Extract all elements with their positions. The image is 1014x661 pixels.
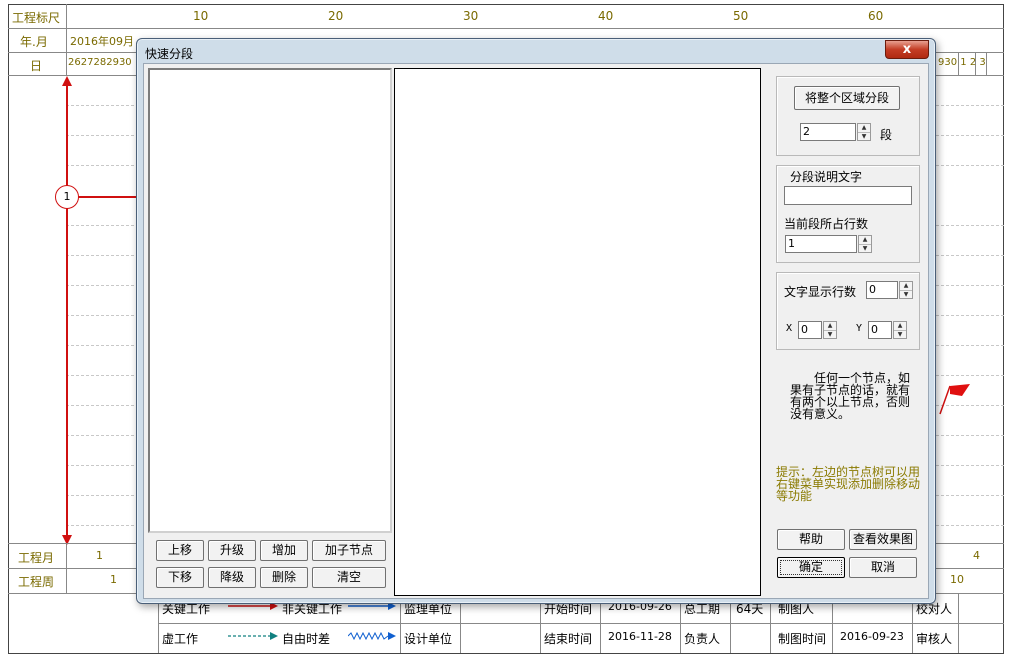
virtual-arrow-icon [228,632,278,640]
add-child-button[interactable]: 加子节点 [312,540,386,561]
flag-icon [939,384,970,415]
note-text: 任何一个节点，如果有子节点的话，就有有两个以上节点，否则没有意义。 [790,371,911,421]
grid-line [158,623,1004,624]
draw-time-label: 制图时间 [778,632,827,646]
project-week-value: 1 [110,573,117,586]
month-label: 2016年09月 [70,35,134,48]
critical-line [66,84,68,536]
segment-unit-label: 段 [880,128,893,142]
grid-line [8,28,1004,29]
legend-virtual-label: 虚工作 [162,632,199,646]
segment-desc-input[interactable] [784,186,912,205]
owner-label: 负责人 [684,632,721,646]
add-button[interactable]: 增加 [260,540,308,561]
text-rows-spinner[interactable]: ▲ ▼ [899,281,913,299]
x-spinner[interactable]: ▲ ▼ [823,321,837,339]
segment-count-spinner[interactable]: ▲ ▼ [857,123,871,141]
split-whole-button[interactable]: 将整个区域分段 [794,86,900,110]
close-button[interactable]: x [885,40,929,59]
segment-count-input[interactable]: 2 [800,123,856,141]
clear-button[interactable]: 清空 [312,567,386,588]
legend-float-label: 自由时差 [282,632,331,646]
x-label: X [786,323,793,334]
rows-label: 当前段所占行数 [784,217,869,231]
promote-button[interactable]: 升级 [208,540,256,561]
grid-line [66,4,67,76]
preview-panel [394,68,761,596]
ruler-tick: 20 [328,9,344,23]
ruler-tick: 60 [868,9,884,23]
move-up-button[interactable]: 上移 [156,540,204,561]
project-week-value: 10 [950,573,964,586]
ruler-tick: 30 [463,9,479,23]
delete-button[interactable]: 删除 [260,567,308,588]
float-wave-icon [348,631,396,641]
preview-button[interactable]: 查看效果图 [849,529,917,550]
ruler-tick: 50 [733,9,749,23]
dialog-client-area: 上移 升级 增加 加子节点 下移 降级 删除 清空 将整个区域分段 2 ▲ ▼ 段… [143,63,929,599]
node-tree[interactable] [148,68,392,533]
ok-button[interactable]: 确定 [777,557,845,578]
network-node[interactable]: 1 [55,185,79,209]
y-spinner[interactable]: ▲ ▼ [893,321,907,339]
year-month-row-label: 年.月 [20,35,48,49]
demote-button[interactable]: 降级 [208,567,256,588]
y-label: Y [856,323,863,334]
end-time-value: 2016-11-28 [608,630,672,643]
ruler-row-label: 工程标尺 [12,11,61,25]
end-time-label: 结束时间 [544,632,593,646]
design-unit-label: 设计单位 [404,632,453,646]
day-labels-right: 930 1 2 3 [938,57,986,68]
text-rows-input[interactable]: 0 [866,281,898,299]
project-month-value: 1 [96,549,103,562]
text-rows-label: 文字显示行数 [784,285,857,299]
reviewer-label: 审核人 [916,632,953,646]
arrow-up-icon [62,76,72,86]
ruler-tick: 10 [193,9,209,23]
project-month-row-label: 工程月 [18,551,55,565]
day-labels-left: 2627282930 [68,57,132,68]
critical-line [78,196,138,198]
ruler-tick: 40 [598,9,614,23]
move-down-button[interactable]: 下移 [156,567,204,588]
project-month-value: 4 [973,549,980,562]
quick-segment-dialog: 快速分段 x 上移 升级 增加 加子节点 下移 降级 删除 清空 将整个区域分段… [136,38,936,604]
y-input[interactable]: 0 [868,321,892,339]
project-week-row-label: 工程周 [18,575,55,589]
cancel-button[interactable]: 取消 [849,557,917,578]
day-row-label: 日 [30,59,43,73]
x-input[interactable]: 0 [798,321,822,339]
segment-desc-label: 分段说明文字 [790,170,863,184]
rows-input[interactable]: 1 [785,235,857,253]
draw-time-value: 2016-09-23 [840,630,904,643]
grid-line [986,52,987,76]
help-button[interactable]: 帮助 [777,529,845,550]
tip-text: 提示：左边的节点树可以用右键菜单实现添加删除移动等功能 [776,465,921,503]
rows-spinner[interactable]: ▲ ▼ [858,235,872,253]
dialog-title: 快速分段 [145,47,194,61]
